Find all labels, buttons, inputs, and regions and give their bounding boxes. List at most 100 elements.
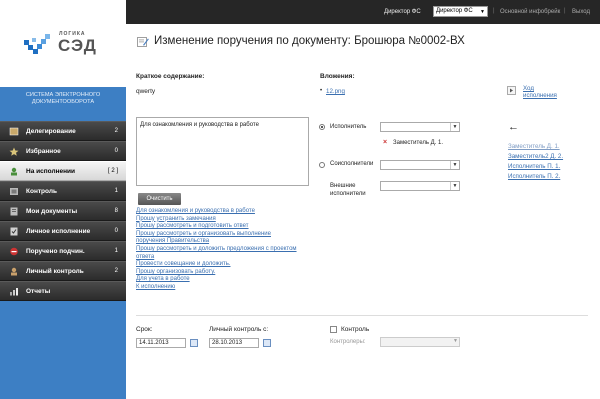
user-role-label: Директор ФС xyxy=(384,9,421,15)
attachment-file-link[interactable]: 12.png xyxy=(326,88,345,95)
sidebar: ЛОГИКА СЭД СИСТЕМА ЭЛЕКТРОННОГО ДОКУМЕНТ… xyxy=(0,0,126,399)
page-title: Изменение поручения по документу: Брошюр… xyxy=(154,35,465,47)
execution-progress-link-line2: исполнения xyxy=(523,92,557,99)
attachments-label: Вложения: xyxy=(320,73,355,80)
system-title-line2: ДОКУМЕНТООБОРОТА xyxy=(31,99,95,105)
sidebar-item-label: На исполнении xyxy=(26,167,76,175)
control-checkbox-label: Контроль xyxy=(341,326,370,333)
role-select-value: Директор ФС xyxy=(436,8,473,14)
execution-progress-link-line1: Ход xyxy=(523,85,534,92)
sidebar-item-count: [ 2 ] xyxy=(107,168,118,174)
personal-control-date-field[interactable]: 28.10.2013 xyxy=(209,338,259,348)
sidebar-item-label: Личное исполнение xyxy=(26,227,91,235)
sidebar-item-count: 2 xyxy=(114,268,118,274)
system-title-line1: СИСТЕМА ЭЛЕКТРОННОГО xyxy=(25,92,101,98)
chevron-down-icon: ▼ xyxy=(450,182,459,190)
template-link[interactable]: Для учета в работе xyxy=(136,276,311,284)
logo-icon xyxy=(24,34,50,54)
separator: | xyxy=(564,8,566,14)
remove-executor-icon[interactable]: × xyxy=(383,139,387,146)
sidebar-item-reports[interactable]: Отчеты xyxy=(0,281,126,301)
edit-document-icon xyxy=(137,37,149,47)
execution-icon xyxy=(11,167,17,176)
sidebar-item-label: Мои документы xyxy=(26,207,78,215)
logout-link[interactable]: Выход xyxy=(572,9,590,15)
coexecutor-select[interactable]: ▼ xyxy=(380,160,460,170)
arrow-left-icon[interactable]: ← xyxy=(508,121,519,133)
sidebar-menu: Делегирование 2 Избранное 0 На исполнени… xyxy=(0,121,126,301)
instruction-templates: Для ознакомления и руководства в работе … xyxy=(136,208,311,292)
clear-button[interactable]: Очистить xyxy=(138,193,181,205)
logo-big-text: СЭД xyxy=(58,36,97,55)
favorites-icon xyxy=(9,147,19,156)
template-link[interactable]: Прошу организовать работу. xyxy=(136,269,311,277)
template-link[interactable]: Прошу рассмотреть и подготовить ответ xyxy=(136,223,311,231)
external-executors-label: Внешние исполнители xyxy=(330,182,366,198)
executor-select[interactable]: ▼ xyxy=(380,122,460,132)
sidebar-item-label: Избранное xyxy=(26,147,61,155)
sidebar-item-label: Контроль xyxy=(26,187,57,195)
top-bar: Директор ФС Директор ФС ▼ | Основной инф… xyxy=(126,0,600,24)
template-link[interactable]: К исполнению xyxy=(136,284,311,292)
reports-icon xyxy=(10,288,18,296)
sidebar-item-personal-control[interactable]: Личный контроль 2 xyxy=(0,261,126,281)
sidebar-item-count: 2 xyxy=(114,128,118,134)
sidebar-item-execution[interactable]: На исполнении [ 2 ] xyxy=(0,161,126,181)
attachment-bullet: • xyxy=(320,88,323,94)
summary-value: qwerty xyxy=(136,88,156,95)
sidebar-item-count: 1 xyxy=(114,248,118,254)
coexecutor-label: Соисполнители xyxy=(330,161,374,167)
main-infobreak-link[interactable]: Основной инфобрейк xyxy=(500,9,560,15)
external-executors-select[interactable]: ▼ xyxy=(380,181,460,191)
sidebar-item-control[interactable]: Контроль 1 xyxy=(0,181,126,201)
sidebar-item-count: 1 xyxy=(114,188,118,194)
controllers-select[interactable]: ▼ xyxy=(380,337,460,347)
deadline-date-field[interactable]: 14.11.2013 xyxy=(136,338,186,348)
sidebar-item-label: Отчеты xyxy=(26,287,51,295)
divider xyxy=(136,315,588,316)
template-link[interactable]: ответа xyxy=(136,254,311,262)
chevron-down-icon: ▼ xyxy=(480,9,485,15)
instruction-textarea[interactable]: Для ознакомления и руководства в работе xyxy=(136,117,309,186)
calendar-icon[interactable] xyxy=(263,339,271,347)
separator: | xyxy=(493,8,495,14)
template-link[interactable]: Для ознакомления и руководства в работе xyxy=(136,208,311,216)
calendar-icon[interactable] xyxy=(190,339,198,347)
progress-icon[interactable] xyxy=(507,86,516,95)
sidebar-item-documents[interactable]: Мои документы 8 xyxy=(0,201,126,221)
sidebar-item-assigned[interactable]: Поручено подчин. 1 xyxy=(0,241,126,261)
summary-label: Краткое содержание: xyxy=(136,73,205,80)
assigned-icon xyxy=(10,247,18,256)
template-link[interactable]: Провести совещание и доложить. xyxy=(136,261,311,269)
coexecutor-radio[interactable] xyxy=(319,162,325,168)
sidebar-item-label: Поручено подчин. xyxy=(26,247,85,255)
personal-control-label: Личный контроль с: xyxy=(209,326,269,333)
chevron-down-icon: ▼ xyxy=(450,123,459,131)
template-link[interactable]: Прошу рассмотреть и организовать выполне… xyxy=(136,231,311,239)
role-select[interactable]: Директор ФС ▼ xyxy=(433,6,488,17)
external-executors-label-line1: Внешние xyxy=(330,183,356,189)
execution-progress-link[interactable]: Ход исполнения xyxy=(523,85,557,99)
play-icon xyxy=(510,88,513,93)
personal-execution-icon xyxy=(10,227,18,236)
executor-radio[interactable] xyxy=(319,124,325,130)
logo-area: ЛОГИКА СЭД xyxy=(0,0,126,87)
control-checkbox[interactable] xyxy=(330,326,337,333)
chevron-down-icon: ▼ xyxy=(453,338,458,344)
template-link[interactable]: Прошу устранить замечания xyxy=(136,216,311,224)
selected-executor: Заместитель Д. 1. xyxy=(393,140,444,146)
system-title: СИСТЕМА ЭЛЕКТРОННОГО ДОКУМЕНТООБОРОТА xyxy=(0,92,126,106)
candidate-link[interactable]: Заместитель Д. 1. xyxy=(508,143,560,150)
candidate-link[interactable]: Исполнитель П. 1. xyxy=(508,163,560,170)
template-link[interactable]: Прошу рассмотреть и доложить предложения… xyxy=(136,246,311,254)
sidebar-item-personal-execution[interactable]: Личное исполнение 0 xyxy=(0,221,126,241)
sidebar-item-count: 0 xyxy=(114,228,118,234)
candidate-link[interactable]: Исполнитель П. 2. xyxy=(508,173,560,180)
deadline-label: Срок: xyxy=(136,326,153,333)
candidate-link[interactable]: Заместитель2 Д. 2. xyxy=(508,153,563,160)
sidebar-item-delegation[interactable]: Делегирование 2 xyxy=(0,121,126,141)
template-link[interactable]: поручения Правительства xyxy=(136,238,311,246)
sidebar-item-favorites[interactable]: Избранное 0 xyxy=(0,141,126,161)
controllers-label: Контролеры: xyxy=(330,339,366,345)
delegation-icon xyxy=(9,127,19,136)
